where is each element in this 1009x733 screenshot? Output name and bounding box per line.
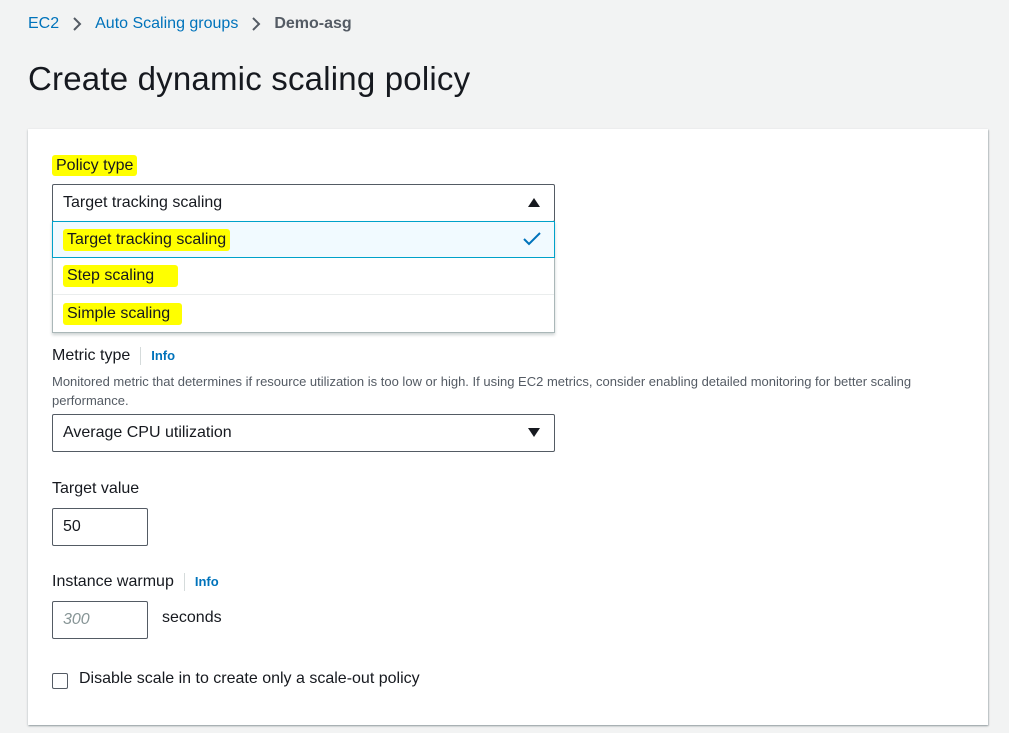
instance-warmup-placeholder: 300	[63, 611, 90, 628]
metric-type-selected-value: Average CPU utilization	[63, 424, 232, 441]
caret-up-icon	[528, 198, 540, 207]
metric-type-label-row: Metric type Info	[52, 347, 175, 365]
policy-type-label: Policy type	[52, 155, 138, 176]
policy-type-select[interactable]: Target tracking scaling	[52, 184, 555, 222]
instance-warmup-unit: seconds	[162, 609, 222, 626]
breadcrumb: EC2 Auto Scaling groups Demo-asg	[28, 13, 352, 35]
breadcrumb-link-auto-scaling-groups[interactable]: Auto Scaling groups	[95, 15, 238, 33]
metric-type-info-link[interactable]: Info	[151, 348, 175, 363]
checkmark-icon	[523, 232, 541, 246]
chevron-right-icon	[249, 13, 263, 35]
policy-type-selected-value: Target tracking scaling	[63, 194, 223, 211]
highlight-mark: Policy type	[52, 155, 138, 176]
metric-type-select[interactable]: Average CPU utilization	[52, 414, 555, 452]
divider	[140, 347, 142, 365]
option-step-scaling[interactable]: Step scaling	[53, 258, 554, 295]
caret-down-icon	[528, 428, 540, 437]
instance-warmup-label: Instance warmup	[52, 573, 174, 591]
policy-type-dropdown: Target tracking scaling Step scaling Sim…	[52, 221, 555, 333]
chevron-right-icon	[70, 13, 84, 35]
instance-warmup-info-link[interactable]: Info	[195, 574, 219, 589]
option-label: Simple scaling	[63, 302, 183, 325]
target-value-input[interactable]: 50	[52, 508, 148, 546]
option-label: Target tracking scaling	[63, 228, 231, 251]
target-value-text: 50	[63, 518, 81, 535]
option-label: Step scaling	[63, 265, 179, 287]
divider	[183, 573, 185, 591]
page-title: Create dynamic scaling policy	[28, 60, 471, 97]
option-target-tracking-scaling[interactable]: Target tracking scaling	[52, 221, 555, 258]
metric-type-description: Monitored metric that determines if reso…	[52, 374, 912, 408]
metric-type-label: Metric type	[52, 347, 131, 365]
breadcrumb-link-ec2[interactable]: EC2	[28, 15, 59, 33]
disable-scale-in-checkbox[interactable]	[52, 673, 68, 689]
disable-scale-in-label[interactable]: Disable scale in to create only a scale-…	[79, 670, 420, 688]
breadcrumb-current: Demo-asg	[274, 15, 352, 32]
instance-warmup-label-row: Instance warmup Info	[52, 573, 219, 591]
instance-warmup-input[interactable]: 300	[52, 601, 148, 639]
target-value-label: Target value	[52, 480, 140, 497]
policy-form-panel: Policy type Target tracking scaling Targ…	[28, 129, 988, 725]
option-simple-scaling[interactable]: Simple scaling	[53, 295, 554, 332]
